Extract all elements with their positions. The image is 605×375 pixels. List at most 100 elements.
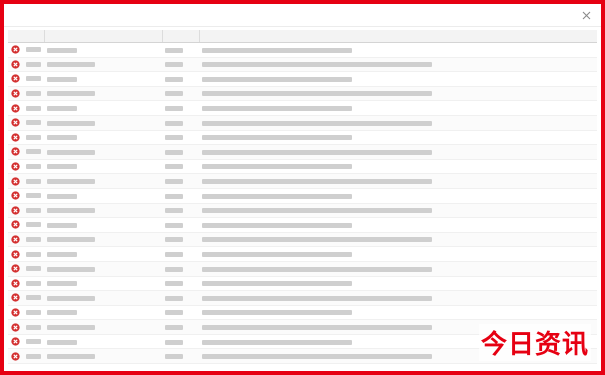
cell-level [8, 130, 44, 146]
text-placeholder [202, 324, 432, 330]
error-icon [11, 104, 20, 113]
text-placeholder [26, 309, 41, 315]
column-header-event[interactable] [162, 30, 200, 43]
table-row[interactable] [8, 188, 597, 204]
text-placeholder [202, 164, 352, 170]
cell-event [162, 100, 199, 116]
table-row[interactable] [8, 276, 597, 292]
table-row[interactable] [8, 130, 597, 146]
text-placeholder [165, 266, 183, 272]
text-placeholder [47, 354, 95, 360]
text-placeholder [165, 47, 183, 53]
cell-source [44, 261, 162, 277]
text-placeholder [26, 222, 41, 228]
table-row[interactable] [8, 217, 597, 233]
level-cell-content [11, 279, 41, 288]
cell-level [8, 71, 44, 87]
cell-source [44, 130, 162, 146]
cell-source [44, 334, 162, 350]
cell-source [44, 115, 162, 131]
level-cell-content [11, 89, 41, 98]
error-icon [11, 162, 20, 171]
text-placeholder [26, 193, 41, 199]
level-cell-content [11, 220, 41, 230]
cell-source [44, 71, 162, 87]
text-placeholder [47, 76, 77, 82]
table-row[interactable] [8, 246, 597, 262]
table-row[interactable] [8, 261, 597, 277]
level-cell-content [11, 337, 41, 346]
table-row[interactable] [8, 71, 597, 87]
cell-level [8, 57, 44, 73]
cell-event [162, 261, 199, 277]
text-placeholder [47, 120, 95, 126]
cell-event [162, 276, 199, 292]
level-cell-content [11, 191, 41, 200]
level-cell-content [11, 177, 41, 186]
cell-source [44, 305, 162, 321]
cell-desc [199, 188, 597, 204]
text-placeholder [202, 106, 352, 112]
cell-source [44, 348, 162, 365]
text-placeholder [165, 295, 183, 301]
cell-desc [199, 57, 597, 73]
table-row[interactable] [8, 100, 597, 116]
table-row[interactable] [8, 290, 597, 306]
level-cell-content [11, 264, 41, 273]
cell-source [44, 232, 162, 248]
table-row[interactable] [8, 42, 597, 58]
text-placeholder [202, 237, 432, 243]
watermark: 今日资讯 [478, 324, 591, 361]
text-placeholder [202, 339, 352, 345]
cell-desc [199, 71, 597, 87]
text-placeholder [47, 222, 77, 228]
text-placeholder [202, 281, 352, 287]
error-icon [11, 147, 20, 157]
cell-source [44, 319, 162, 335]
text-placeholder [47, 266, 95, 272]
error-icon [11, 118, 20, 127]
text-placeholder [47, 149, 95, 155]
error-icon [11, 264, 20, 273]
text-placeholder [26, 47, 41, 53]
text-placeholder [165, 193, 183, 199]
column-header-description[interactable] [199, 30, 597, 43]
table-row[interactable] [8, 159, 597, 175]
cell-level [8, 159, 44, 175]
cell-source [44, 86, 162, 102]
error-icon [11, 206, 20, 215]
text-placeholder [165, 62, 183, 68]
column-header-source[interactable] [44, 30, 163, 43]
text-placeholder [47, 237, 95, 243]
text-placeholder [165, 106, 183, 112]
text-placeholder [26, 134, 41, 140]
cell-desc [199, 290, 597, 306]
cell-event [162, 203, 199, 219]
table-row[interactable] [8, 203, 597, 219]
cell-desc [199, 115, 597, 131]
close-button[interactable] [577, 7, 595, 23]
cell-event [162, 115, 199, 131]
table-row[interactable] [8, 305, 597, 321]
cell-level [8, 144, 44, 160]
table-row[interactable] [8, 86, 597, 102]
table-row[interactable] [8, 173, 597, 189]
text-placeholder [26, 339, 41, 345]
event-table-wrapper[interactable] [8, 30, 597, 367]
text-placeholder [26, 237, 41, 243]
cell-source [44, 276, 162, 292]
text-placeholder [202, 222, 352, 228]
cell-desc [199, 246, 597, 262]
column-header-level[interactable] [8, 30, 45, 43]
cell-event [162, 144, 199, 160]
table-row[interactable] [8, 57, 597, 73]
table-row[interactable] [8, 144, 597, 160]
table-row[interactable] [8, 115, 597, 131]
table-row[interactable] [8, 232, 597, 248]
cell-event [162, 71, 199, 87]
level-cell-content [11, 45, 41, 54]
level-cell-content [11, 104, 41, 113]
cell-level [8, 232, 44, 248]
error-icon [11, 133, 20, 142]
cell-desc [199, 86, 597, 102]
